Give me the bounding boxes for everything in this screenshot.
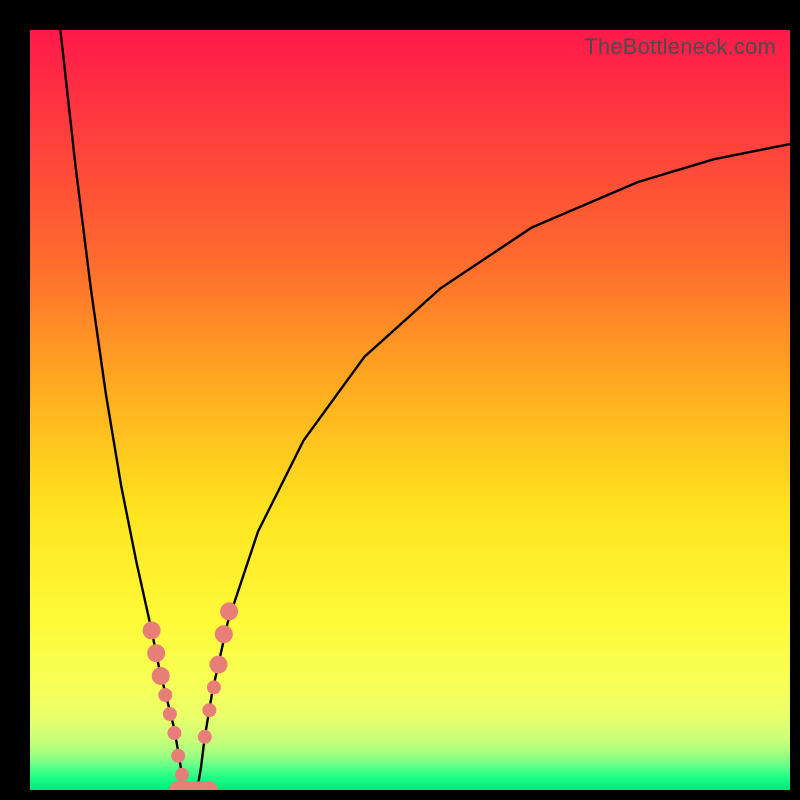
data-marker — [209, 656, 227, 674]
data-marker — [202, 703, 216, 717]
data-marker — [158, 688, 172, 702]
data-marker — [163, 707, 177, 721]
plot-area: TheBottleneck.com — [30, 30, 790, 790]
data-marker — [147, 644, 165, 662]
data-marker — [220, 602, 238, 620]
data-marker — [198, 730, 212, 744]
data-marker — [167, 726, 181, 740]
data-marker — [175, 768, 189, 782]
chart-frame: TheBottleneck.com — [0, 0, 800, 800]
data-marker — [171, 749, 185, 763]
data-marker — [207, 680, 221, 694]
curve-right-branch — [197, 144, 790, 790]
data-marker — [215, 625, 233, 643]
watermark-text: TheBottleneck.com — [584, 34, 776, 60]
curve-layer — [30, 30, 790, 790]
data-marker — [152, 667, 170, 685]
marker-group — [143, 602, 239, 790]
data-marker — [143, 621, 161, 639]
